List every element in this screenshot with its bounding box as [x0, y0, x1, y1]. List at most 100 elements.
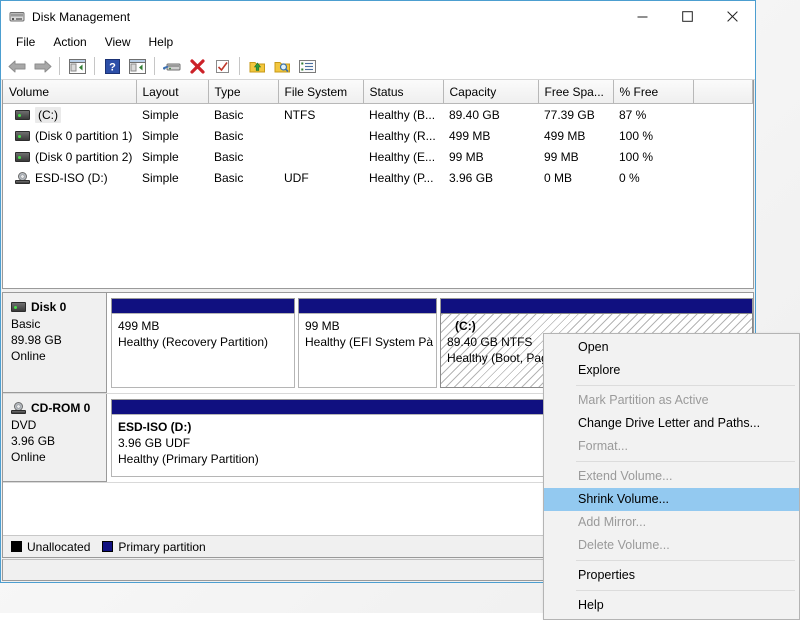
- partition-name: (C:): [447, 318, 749, 334]
- close-icon[interactable]: [710, 1, 755, 32]
- free-space-cell: 99 MB: [538, 146, 613, 167]
- percent-free-cell: 0 %: [613, 167, 693, 188]
- disk-name: Disk 0: [31, 299, 66, 315]
- column-header-type[interactable]: Type: [208, 80, 278, 104]
- context-menu-item-open[interactable]: Open: [544, 336, 799, 359]
- legend-swatch-primary: [102, 541, 113, 552]
- partition-color-band: [440, 298, 753, 313]
- column-header-file-system[interactable]: File System: [278, 80, 363, 104]
- context-menu-separator: [576, 461, 795, 462]
- type-cell: Basic: [208, 146, 278, 167]
- partition-status: Healthy (EFI System Pà: [305, 334, 433, 350]
- title-bar: Disk Management: [1, 1, 755, 32]
- disk-state: Online: [11, 449, 100, 465]
- menu-action[interactable]: Action: [44, 33, 95, 52]
- status-cell: Healthy (B...: [363, 104, 443, 126]
- hard-disk-icon: [15, 131, 30, 141]
- table-row[interactable]: (Disk 0 partition 1) Simple Basic Health…: [3, 125, 753, 146]
- volume-cell[interactable]: (Disk 0 partition 2): [3, 146, 136, 167]
- disk-size: 3.96 GB: [11, 433, 100, 449]
- disk-info-cdrom0[interactable]: CD-ROM 0 DVD 3.96 GB Online: [3, 394, 107, 482]
- toolbar: ?: [1, 53, 755, 80]
- cd-rom-icon: [15, 172, 30, 184]
- layout-cell: Simple: [136, 146, 208, 167]
- legend-label: Primary partition: [118, 540, 205, 554]
- partition-body[interactable]: 499 MB Healthy (Recovery Partition): [111, 313, 295, 388]
- partition-body[interactable]: 99 MB Healthy (EFI System Pà: [298, 313, 437, 388]
- partition-color-band: [298, 298, 437, 313]
- search-folder-icon[interactable]: [270, 55, 294, 77]
- disk-state: Online: [11, 348, 100, 364]
- file-system-cell: [278, 146, 363, 167]
- volume-table-header-row: Volume Layout Type File System Status Ca…: [3, 80, 753, 104]
- window-title: Disk Management: [32, 10, 130, 24]
- table-row[interactable]: (C:) Simple Basic NTFS Healthy (B... 89.…: [3, 104, 753, 126]
- disk-type: Basic: [11, 316, 100, 332]
- context-menu-item-change-drive-letter-and-paths[interactable]: Change Drive Letter and Paths...: [544, 412, 799, 435]
- menu-bar: File Action View Help: [1, 32, 755, 53]
- hard-disk-icon: [15, 152, 30, 162]
- volume-cell[interactable]: (C:): [3, 104, 136, 125]
- menu-view[interactable]: View: [96, 33, 140, 52]
- menu-file[interactable]: File: [7, 33, 44, 52]
- forward-arrow-icon[interactable]: [30, 55, 54, 77]
- column-header-layout[interactable]: Layout: [136, 80, 208, 104]
- column-header-status[interactable]: Status: [363, 80, 443, 104]
- file-system-cell: [278, 125, 363, 146]
- disk-type: DVD: [11, 417, 100, 433]
- type-cell: Basic: [208, 167, 278, 188]
- layout-cell: Simple: [136, 167, 208, 188]
- file-system-cell: UDF: [278, 167, 363, 188]
- delete-icon[interactable]: [185, 55, 209, 77]
- context-menu-item-shrink-volume[interactable]: Shrink Volume...: [544, 488, 799, 511]
- context-menu-item-extend-volume: Extend Volume...: [544, 465, 799, 488]
- volume-cell[interactable]: ESD-ISO (D:): [3, 167, 136, 188]
- volume-cell[interactable]: (Disk 0 partition 1): [3, 125, 136, 146]
- up-one-level-icon[interactable]: [65, 55, 89, 77]
- menu-help[interactable]: Help: [140, 33, 183, 52]
- table-row[interactable]: (Disk 0 partition 2) Simple Basic Health…: [3, 146, 753, 167]
- back-arrow-icon[interactable]: [5, 55, 29, 77]
- properties-disk-icon[interactable]: [160, 55, 184, 77]
- context-menu-item-format: Format...: [544, 435, 799, 458]
- minimize-icon[interactable]: [620, 1, 665, 32]
- free-space-cell: 0 MB: [538, 167, 613, 188]
- filler-cell: [693, 125, 753, 146]
- context-menu-separator: [576, 560, 795, 561]
- column-header-volume[interactable]: Volume: [3, 80, 136, 104]
- volume-list-pane[interactable]: Volume Layout Type File System Status Ca…: [2, 80, 754, 289]
- table-row[interactable]: ESD-ISO (D:) Simple Basic UDF Healthy (P…: [3, 167, 753, 188]
- volume-table: Volume Layout Type File System Status Ca…: [3, 80, 753, 188]
- context-menu-item-properties[interactable]: Properties: [544, 564, 799, 587]
- column-header-capacity[interactable]: Capacity: [443, 80, 538, 104]
- show-console-tree-icon[interactable]: [125, 55, 149, 77]
- column-header-free-space[interactable]: Free Spa...: [538, 80, 613, 104]
- context-menu-item-help[interactable]: Help: [544, 594, 799, 617]
- context-menu-item-explore[interactable]: Explore: [544, 359, 799, 382]
- maximize-icon[interactable]: [665, 1, 710, 32]
- volume-label: (Disk 0 partition 2): [35, 150, 132, 164]
- partition-recovery[interactable]: 499 MB Healthy (Recovery Partition): [111, 298, 295, 388]
- export-list-icon[interactable]: [245, 55, 269, 77]
- free-space-cell: 499 MB: [538, 125, 613, 146]
- free-space-cell: 77.39 GB: [538, 104, 613, 126]
- toolbar-separator: [94, 57, 95, 75]
- refresh-check-icon[interactable]: [210, 55, 234, 77]
- column-header-percent-free[interactable]: % Free: [613, 80, 693, 104]
- help-icon[interactable]: ?: [100, 55, 124, 77]
- filler-cell: [693, 167, 753, 188]
- status-cell: Healthy (R...: [363, 125, 443, 146]
- context-menu: Open Explore Mark Partition as Active Ch…: [543, 333, 800, 620]
- column-header-filler: [693, 80, 753, 104]
- legend-item-unallocated: Unallocated: [11, 540, 90, 554]
- legend-item-primary-partition: Primary partition: [102, 540, 205, 554]
- detail-list-icon[interactable]: [295, 55, 319, 77]
- legend-swatch-unallocated: [11, 541, 22, 552]
- partition-efi-system[interactable]: 99 MB Healthy (EFI System Pà: [298, 298, 437, 388]
- toolbar-separator: [239, 57, 240, 75]
- hard-disk-icon: [15, 110, 30, 120]
- volume-label: (C:): [35, 107, 61, 123]
- disk-info-disk0[interactable]: Disk 0 Basic 89.98 GB Online: [3, 293, 107, 393]
- context-menu-item-mark-partition-as-active: Mark Partition as Active: [544, 389, 799, 412]
- partition-status: Healthy (Recovery Partition): [118, 334, 291, 350]
